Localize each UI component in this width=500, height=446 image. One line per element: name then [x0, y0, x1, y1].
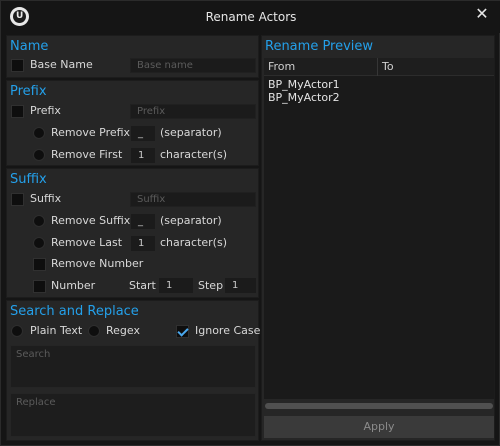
regex-label: Regex [106, 324, 140, 337]
remove-first-radio[interactable] [33, 149, 45, 161]
suffix-section-title: Suffix [10, 172, 47, 187]
search-input[interactable]: Search [10, 345, 256, 388]
prefix-checkbox[interactable] [11, 105, 24, 118]
remove-number-label: Remove Number [51, 257, 144, 270]
start-label: Start [129, 279, 156, 292]
remove-number-checkbox[interactable] [33, 258, 46, 271]
rename-actors-window: U Rename Actors ✕ Name Base Name Base na… [0, 0, 500, 446]
step-label: Step [198, 279, 224, 292]
regex-radio[interactable] [88, 325, 100, 337]
apply-button[interactable]: Apply [264, 416, 494, 438]
number-label: Number [51, 279, 96, 292]
plain-text-label: Plain Text [30, 324, 83, 337]
rename-preview-panel: Rename Preview From To BP_MyActor1 BP_My… [261, 35, 495, 441]
remove-prefix-separator-input[interactable]: _ [131, 126, 155, 141]
replace-input[interactable]: Replace [10, 393, 256, 437]
logo-letter: U [16, 11, 24, 21]
prefix-input[interactable]: Prefix [130, 104, 256, 119]
suffix-input[interactable]: Suffix [130, 192, 256, 207]
remove-first-label: Remove First [51, 148, 123, 161]
remove-prefix-label: Remove Prefix [51, 126, 131, 139]
preview-table-body: BP_MyActor1 BP_MyActor2 [264, 76, 494, 399]
remove-last-label: Remove Last [51, 236, 123, 249]
ignore-case-checkbox[interactable] [176, 325, 189, 338]
name-panel: Name Base Name Base name [6, 35, 259, 78]
start-input[interactable]: 1 [159, 278, 193, 293]
preview-table-header: From To [264, 58, 494, 76]
plain-text-radio[interactable] [11, 325, 23, 337]
table-row: BP_MyActor2 [268, 91, 340, 104]
remove-suffix-radio[interactable] [33, 215, 45, 227]
prefix-label: Prefix [30, 104, 61, 117]
ignore-case-label: Ignore Case [195, 324, 261, 337]
remove-last-count-input[interactable]: 1 [131, 236, 155, 251]
remove-suffix-separator-input[interactable]: _ [131, 214, 155, 229]
prefix-section-title: Prefix [10, 84, 47, 99]
base-name-checkbox[interactable] [11, 59, 24, 72]
suffix-characters-label: character(s) [160, 236, 227, 249]
suffix-label: Suffix [30, 192, 62, 205]
window-title: Rename Actors [205, 10, 297, 24]
rename-preview-title: Rename Preview [265, 39, 374, 54]
remove-prefix-radio[interactable] [33, 127, 45, 139]
base-name-input[interactable]: Base name [130, 58, 256, 73]
suffix-separator-label: (separator) [160, 214, 222, 227]
column-header-to[interactable]: To [382, 60, 394, 73]
remove-first-count-input[interactable]: 1 [131, 148, 155, 163]
title-bar: U Rename Actors ✕ [1, 1, 500, 33]
close-icon[interactable]: ✕ [473, 5, 491, 23]
search-replace-panel: Search and Replace Plain Text Regex Igno… [6, 300, 261, 441]
prefix-panel: Prefix Prefix Prefix Remove Prefix _ (se… [6, 80, 259, 166]
suffix-checkbox[interactable] [11, 193, 24, 206]
suffix-panel: Suffix Suffix Suffix Remove Suffix _ (se… [6, 168, 259, 298]
remove-suffix-label: Remove Suffix [51, 214, 131, 227]
step-input[interactable]: 1 [225, 278, 256, 293]
name-section-title: Name [10, 39, 49, 54]
column-header-from[interactable]: From [268, 60, 295, 73]
search-replace-section-title: Search and Replace [10, 304, 139, 319]
remove-last-radio[interactable] [33, 237, 45, 249]
base-name-label: Base Name [30, 58, 93, 71]
number-checkbox[interactable] [33, 280, 46, 293]
prefix-separator-label: (separator) [160, 126, 222, 139]
column-divider[interactable] [377, 58, 378, 76]
table-row: BP_MyActor1 [268, 78, 340, 91]
prefix-characters-label: character(s) [160, 148, 227, 161]
horizontal-scrollbar[interactable] [265, 403, 493, 409]
